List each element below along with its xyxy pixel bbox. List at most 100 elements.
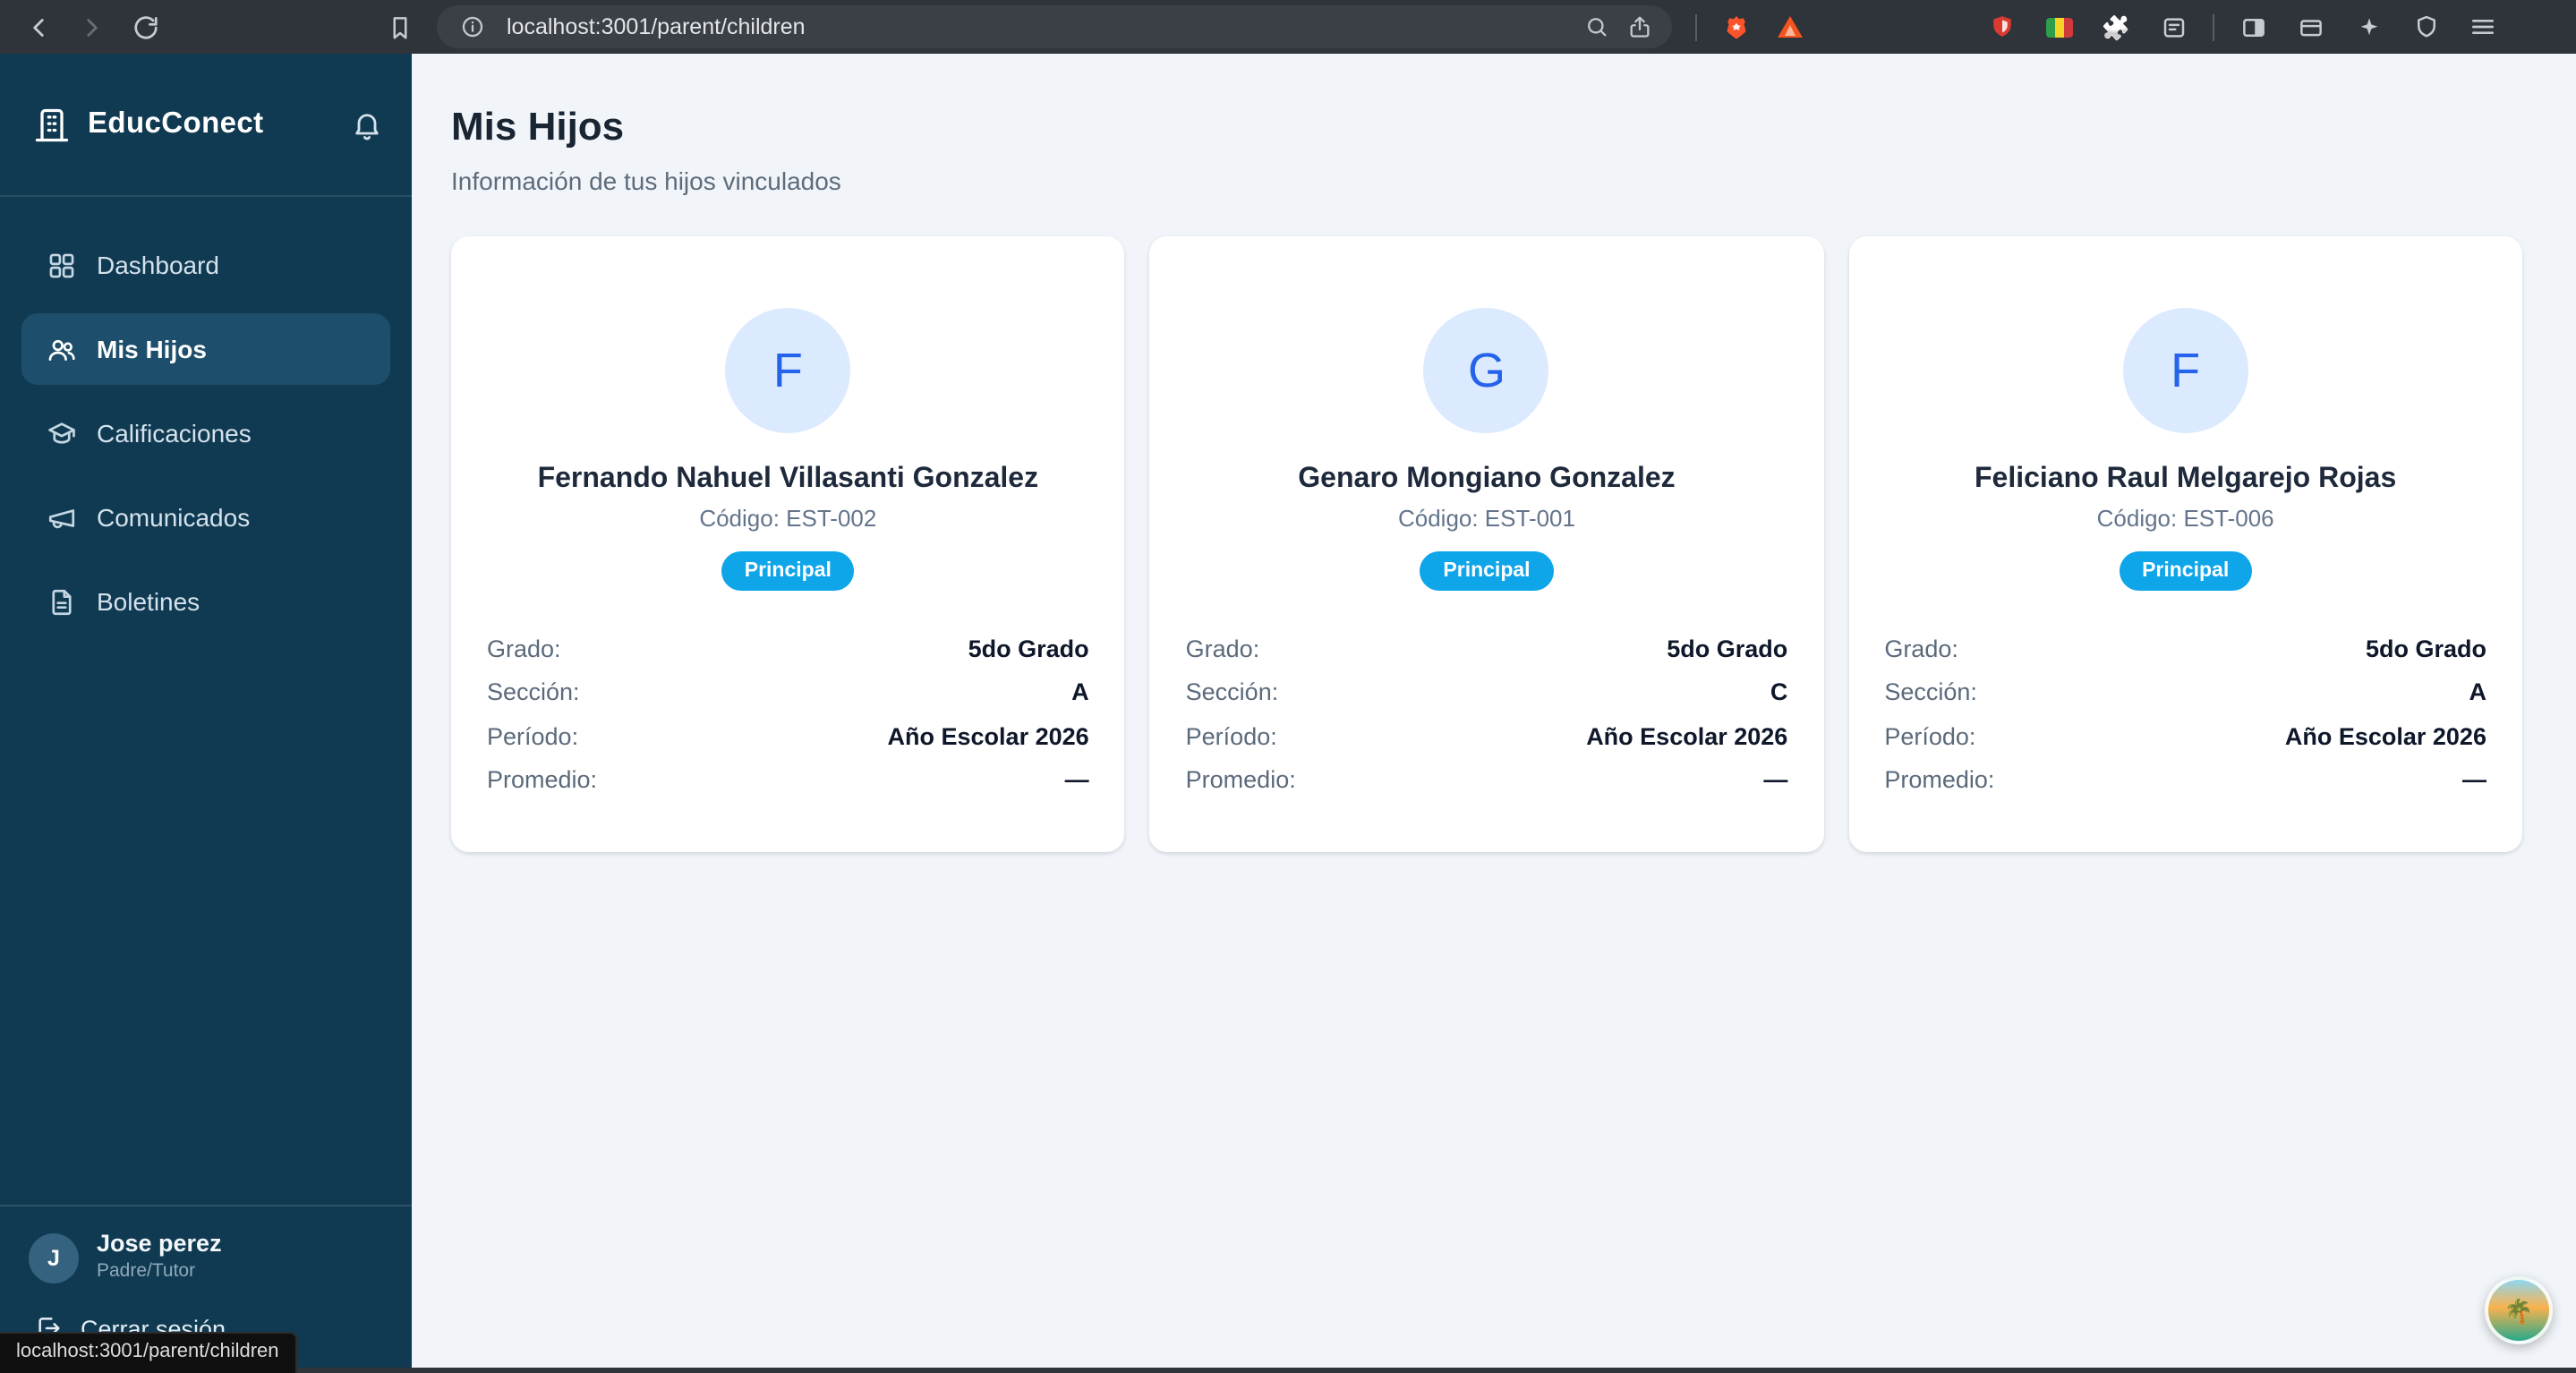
sidebar-item-calificaciones[interactable]: Calificaciones	[21, 397, 390, 469]
site-info-icon[interactable]	[451, 7, 494, 47]
users-icon	[47, 334, 77, 364]
status-badge: Principal	[1420, 551, 1554, 591]
brand-name: EducConect	[88, 107, 264, 140]
reload-button[interactable]	[122, 5, 168, 48]
toolbar-divider-2	[2213, 13, 2214, 40]
adblock-extension-button[interactable]	[1978, 5, 2025, 48]
child-card: F Feliciano Raul Melgarejo Rojas Código:…	[1848, 236, 2522, 852]
main-content: Mis Hijos Información de tus hijos vincu…	[412, 54, 2576, 1368]
user-info: Jose perez Padre/Tutor	[97, 1231, 222, 1285]
back-button[interactable]	[14, 5, 61, 48]
forward-icon	[76, 12, 107, 42]
reload-icon	[132, 13, 158, 40]
child-code: Código: EST-001	[1397, 505, 1575, 532]
detail-label: Promedio:	[487, 766, 598, 793]
detail-row-periodo: Período: Año Escolar 2026	[1884, 714, 2486, 758]
browser-actions-group	[2231, 5, 2506, 48]
detail-label: Sección:	[1185, 678, 1279, 705]
window-body: EducConect Dashboard Mis Hijos Calificac…	[0, 54, 2576, 1368]
user-row: J Jose perez Padre/Tutor	[29, 1231, 383, 1285]
children-cards: F Fernando Nahuel Villasanti Gonzalez Có…	[451, 236, 2522, 852]
notifications-bell-button[interactable]	[351, 108, 383, 141]
detail-label: Sección:	[1884, 678, 1977, 705]
sparkle-icon	[2355, 13, 2382, 40]
back-icon	[22, 12, 53, 42]
reader-box-icon	[2160, 13, 2187, 40]
detail-row-periodo: Período: Año Escolar 2026	[1186, 714, 1788, 758]
browser-toolbar: localhost:3001/parent/children 🧩	[0, 0, 2576, 54]
privacy-shield-button[interactable]	[2402, 5, 2449, 48]
menu-button[interactable]	[2460, 5, 2506, 48]
sidebar-item-boletines[interactable]: Boletines	[21, 566, 390, 637]
child-name: Feliciano Raul Melgarejo Rojas	[1975, 464, 2397, 494]
palm-widget-button[interactable]: 🌴	[2485, 1276, 2553, 1344]
sidebar-item-mis-hijos[interactable]: Mis Hijos	[21, 313, 390, 385]
flag-extension-button[interactable]	[2035, 5, 2082, 48]
reader-extension-button[interactable]	[2150, 5, 2196, 48]
child-name: Genaro Mongiano Gonzalez	[1298, 464, 1676, 494]
child-card: F Fernando Nahuel Villasanti Gonzalez Có…	[451, 236, 1125, 852]
extensions-group: 🧩	[1978, 5, 2196, 48]
sidebar-item-label: Mis Hijos	[97, 335, 207, 363]
sidebar-item-label: Dashboard	[97, 251, 219, 279]
toolbar-divider	[1695, 13, 1697, 40]
forward-button[interactable]	[68, 5, 115, 48]
child-avatar: F	[725, 308, 851, 433]
bookmark-icon	[386, 13, 413, 40]
detail-value: —	[1064, 766, 1089, 793]
sidebar-nav: Dashboard Mis Hijos Calificaciones Comun…	[0, 197, 412, 650]
detail-value: —	[2461, 766, 2486, 793]
leo-ai-button[interactable]	[2345, 5, 2392, 48]
hamburger-icon	[2469, 13, 2497, 41]
child-card: G Genaro Mongiano Gonzalez Código: EST-0…	[1149, 236, 1824, 852]
user-avatar: J	[29, 1232, 79, 1283]
user-name: Jose perez	[97, 1230, 222, 1258]
sidebar-item-label: Calificaciones	[97, 419, 252, 448]
detail-label: Sección:	[487, 678, 580, 705]
search-icon[interactable]	[1575, 7, 1618, 47]
sidebar: EducConect Dashboard Mis Hijos Calificac…	[0, 54, 412, 1368]
sidebar-item-comunicados[interactable]: Comunicados	[21, 482, 390, 553]
detail-row-grado: Grado: 5do Grado	[1186, 627, 1788, 670]
detail-row-promedio: Promedio: —	[1186, 758, 1788, 802]
address-bar[interactable]: localhost:3001/parent/children	[437, 5, 1672, 48]
detail-row-promedio: Promedio: —	[487, 758, 1089, 802]
detail-value: A	[1071, 678, 1089, 705]
detail-value: C	[1770, 678, 1788, 705]
detail-value: Año Escolar 2026	[1586, 722, 1788, 749]
megaphone-icon	[47, 502, 77, 533]
document-icon	[47, 586, 77, 617]
brave-shields-button[interactable]	[1713, 5, 1760, 48]
url-text[interactable]: localhost:3001/parent/children	[507, 14, 1575, 39]
detail-row-promedio: Promedio: —	[1884, 758, 2486, 802]
graduation-cap-icon	[47, 418, 77, 448]
brand: EducConect	[32, 105, 351, 144]
sidebar-item-dashboard[interactable]: Dashboard	[21, 229, 390, 301]
detail-label: Período:	[1884, 722, 1976, 749]
detail-label: Grado:	[1884, 635, 1958, 661]
user-role: Padre/Tutor	[97, 1260, 196, 1283]
sidebar-header: EducConect	[0, 54, 412, 197]
share-icon[interactable]	[1618, 7, 1661, 47]
detail-label: Período:	[1185, 722, 1277, 749]
detail-row-seccion: Sección: A	[1884, 670, 2486, 714]
detail-label: Período:	[487, 722, 579, 749]
sidebar-panel-button[interactable]	[2231, 5, 2277, 48]
detail-value: 5do Grado	[968, 635, 1089, 661]
extensions-puzzle-button[interactable]: 🧩	[2093, 5, 2139, 48]
bookmark-button[interactable]	[376, 5, 422, 48]
detail-row-grado: Grado: 5do Grado	[487, 627, 1089, 670]
detail-row-seccion: Sección: C	[1186, 670, 1788, 714]
detail-value: —	[1763, 766, 1788, 793]
detail-label: Promedio:	[1185, 766, 1296, 793]
detail-value: Año Escolar 2026	[2284, 722, 2486, 749]
child-details: Grado: 5do Grado Sección: C Período: Año…	[1150, 627, 1824, 852]
status-badge: Principal	[721, 551, 855, 591]
status-badge: Principal	[2119, 551, 2253, 591]
brave-rewards-button[interactable]	[1767, 5, 1813, 48]
screen: localhost:3001/parent/children 🧩 EducCon…	[0, 0, 2576, 1373]
child-avatar: F	[2122, 308, 2248, 433]
wallet-button[interactable]	[2288, 5, 2334, 48]
sidebar-item-label: Boletines	[97, 587, 200, 616]
brave-lion-icon	[1722, 12, 1751, 42]
